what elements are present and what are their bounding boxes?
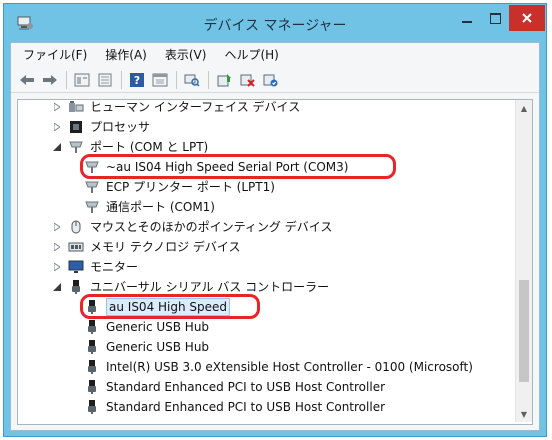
scan-hardware-button[interactable] bbox=[182, 70, 202, 90]
toolbar-separator bbox=[176, 70, 177, 89]
scroll-up-arrow-icon[interactable]: ▲ bbox=[516, 100, 532, 116]
memory-icon bbox=[68, 239, 84, 255]
expand-arrow-icon[interactable] bbox=[52, 102, 62, 112]
action-view-button[interactable] bbox=[150, 70, 170, 90]
mouse-icon bbox=[68, 219, 84, 235]
expand-arrow-icon[interactable] bbox=[52, 122, 62, 132]
highlight-ring-serial-port bbox=[80, 154, 396, 179]
enable-device-button[interactable] bbox=[260, 70, 280, 90]
tree-item[interactable]: ECP プリンター ポート (LPT1) bbox=[84, 177, 275, 197]
tree-item[interactable]: Intel(R) USB 3.0 eXtensible Host Control… bbox=[84, 357, 473, 377]
scrollbar-thumb[interactable] bbox=[519, 280, 529, 382]
menu-action[interactable]: 操作(A) bbox=[97, 44, 155, 65]
close-icon bbox=[522, 13, 532, 23]
svg-text:?: ? bbox=[134, 74, 140, 87]
tree-item-label: ヒューマン インターフェイス デバイス bbox=[90, 100, 301, 114]
tree-item-label: 通信ポート (COM1) bbox=[106, 200, 215, 214]
tree-item-label: Standard Enhanced PCI to USB Host Contro… bbox=[106, 400, 386, 414]
device-list-icon bbox=[98, 73, 112, 86]
tree-item[interactable]: ヒューマン インターフェイス デバイス bbox=[52, 100, 301, 117]
tree-item-label: Generic USB Hub bbox=[106, 340, 210, 354]
usb-icon bbox=[84, 339, 100, 355]
usb-icon bbox=[84, 319, 100, 335]
help-button[interactable]: ? bbox=[127, 70, 147, 90]
collapse-arrow-icon[interactable] bbox=[52, 142, 62, 152]
tree-item[interactable]: Standard Enhanced PCI to USB Host Contro… bbox=[84, 377, 385, 397]
tree-item-label: Generic USB Hub bbox=[106, 320, 210, 334]
tree-item[interactable]: メモリ テクノロジ デバイス bbox=[52, 237, 241, 257]
usb-icon bbox=[68, 279, 84, 295]
processor-icon bbox=[68, 119, 84, 135]
scan-hardware-icon bbox=[184, 74, 200, 87]
hid-icon bbox=[68, 100, 84, 115]
toolbar-separator bbox=[66, 70, 67, 89]
tree-item[interactable]: Standard Enhanced PCI to USB Host Contro… bbox=[84, 397, 385, 417]
device-tree[interactable]: ヒューマン インターフェイス デバイス プロセッサ ポート (COM と LPT… bbox=[17, 99, 533, 425]
port-icon bbox=[84, 199, 100, 215]
back-icon bbox=[20, 74, 34, 85]
usb-icon bbox=[84, 359, 100, 375]
tree-item-label: Intel(R) USB 3.0 eXtensible Host Control… bbox=[106, 360, 473, 374]
minimize-icon bbox=[462, 21, 472, 23]
menu-view[interactable]: 表示(V) bbox=[157, 44, 215, 65]
minimize-button[interactable] bbox=[453, 5, 481, 31]
forward-icon bbox=[43, 74, 57, 85]
enable-device-icon bbox=[263, 74, 278, 86]
update-driver-button[interactable] bbox=[214, 70, 234, 90]
menu-file[interactable]: ファイル(F) bbox=[15, 44, 95, 65]
uninstall-button[interactable] bbox=[237, 70, 257, 90]
device-manager-window: デバイス マネージャー ファイル(F) 操作(A) 表示(V) ヘルプ(H) ?… bbox=[3, 3, 547, 437]
update-driver-icon bbox=[217, 73, 231, 86]
tree-item[interactable]: 通信ポート (COM1) bbox=[84, 197, 215, 217]
scroll-down-arrow-icon[interactable]: ▼ bbox=[516, 406, 532, 422]
forward-button[interactable] bbox=[40, 70, 60, 90]
toolbar-separator bbox=[121, 70, 122, 89]
collapse-arrow-icon[interactable] bbox=[52, 282, 62, 292]
title-bar[interactable]: デバイス マネージャー bbox=[4, 4, 546, 42]
monitor-icon bbox=[68, 259, 84, 275]
tree-item-label: プロセッサ bbox=[90, 120, 151, 134]
properties-view-button[interactable] bbox=[72, 70, 92, 90]
device-list-button[interactable] bbox=[95, 70, 115, 90]
client-area: ファイル(F) 操作(A) 表示(V) ヘルプ(H) ? ヒューマン インターフ… bbox=[10, 42, 540, 431]
menu-help[interactable]: ヘルプ(H) bbox=[216, 44, 286, 65]
toolbar: ? bbox=[11, 67, 539, 93]
tree-item[interactable]: マウスとそのほかのポインティング デバイス bbox=[52, 217, 332, 237]
maximize-icon bbox=[489, 12, 501, 24]
tree-item-label: モニター bbox=[90, 260, 139, 274]
tree-item-label: メモリ テクノロジ デバイス bbox=[90, 240, 241, 254]
uninstall-icon bbox=[240, 74, 255, 87]
tree-item-label: マウスとそのほかのポインティング デバイス bbox=[90, 220, 333, 234]
properties-view-icon bbox=[74, 73, 90, 86]
tree-item-label: ユニバーサル シリアル バス コントローラー bbox=[90, 280, 330, 294]
tree-item-label: Standard Enhanced PCI to USB Host Contro… bbox=[106, 380, 386, 394]
expand-arrow-icon[interactable] bbox=[52, 222, 62, 232]
port-icon bbox=[84, 179, 100, 195]
tree-item[interactable]: モニター bbox=[52, 257, 138, 277]
tree-item[interactable]: Generic USB Hub bbox=[84, 337, 209, 357]
tree-item-label: ポート (COM と LPT) bbox=[90, 140, 209, 154]
port-icon bbox=[68, 139, 84, 155]
expand-arrow-icon[interactable] bbox=[52, 262, 62, 272]
tree-item[interactable]: Generic USB Hub bbox=[84, 317, 209, 337]
tree-item[interactable]: プロセッサ bbox=[52, 117, 150, 137]
usb-icon bbox=[84, 399, 100, 415]
usb-icon bbox=[84, 379, 100, 395]
expand-arrow-icon[interactable] bbox=[52, 242, 62, 252]
highlight-ring-usb-device bbox=[80, 294, 260, 319]
action-view-icon bbox=[152, 73, 168, 86]
help-icon: ? bbox=[130, 72, 144, 87]
tree-item-label: ECP プリンター ポート (LPT1) bbox=[106, 180, 275, 194]
back-button[interactable] bbox=[17, 70, 37, 90]
toolbar-separator bbox=[208, 70, 209, 89]
menu-bar: ファイル(F) 操作(A) 表示(V) ヘルプ(H) bbox=[11, 43, 539, 65]
close-button[interactable] bbox=[509, 5, 545, 31]
maximize-button[interactable] bbox=[481, 5, 509, 31]
vertical-scrollbar[interactable]: ▲ ▼ bbox=[515, 100, 532, 422]
